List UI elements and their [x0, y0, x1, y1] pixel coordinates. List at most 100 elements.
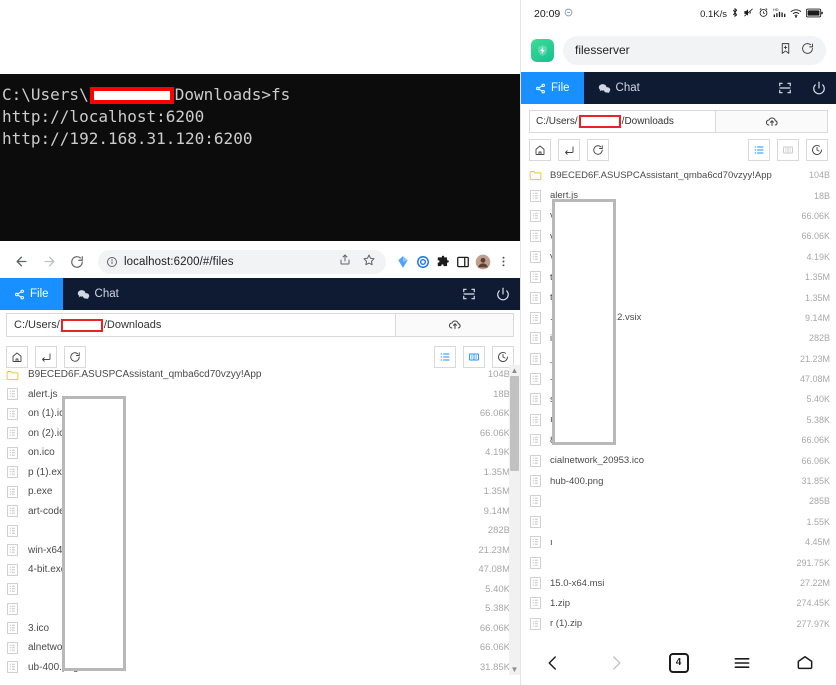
mobile-upload-button[interactable]: [716, 110, 828, 133]
file-icon: [527, 515, 543, 528]
reload-icon[interactable]: [64, 249, 90, 275]
card-view-button[interactable]: [777, 139, 799, 161]
redaction-panel-desktop: [62, 396, 126, 671]
file-icon: [527, 597, 543, 610]
terminal-prompt-suffix: Downloads>fs: [174, 85, 291, 104]
scan-qr-icon[interactable]: [768, 81, 802, 95]
chrome-menu-icon[interactable]: [494, 253, 512, 271]
security-shield-icon[interactable]: [531, 38, 554, 62]
file-icon: [527, 312, 543, 324]
file-icon: [527, 352, 543, 365]
file-size: 1.55K: [806, 516, 830, 527]
tab-chat[interactable]: Chat: [584, 72, 654, 104]
tab-count-label: 4: [668, 652, 689, 673]
list-view-button[interactable]: [748, 139, 770, 161]
table-row[interactable]: 291.75K: [521, 552, 836, 572]
reload-icon[interactable]: [801, 42, 814, 58]
address-bar[interactable]: localhost:6200/#/files: [98, 249, 386, 274]
table-row[interactable]: ı 4.45M: [521, 532, 836, 552]
terminal-window[interactable]: C:\Users\ Downloads>fs http://localhost:6…: [0, 74, 520, 241]
power-icon[interactable]: [802, 81, 836, 95]
file-icon: [4, 622, 21, 635]
terminal-prompt-line: C:\Users\ Downloads>fs: [2, 84, 520, 106]
file-size: 104B: [808, 170, 830, 181]
file-icon: [4, 466, 21, 479]
share-nodes-icon: [15, 289, 24, 299]
mobile-address-bar[interactable]: filesserver: [563, 35, 826, 65]
file-icon: [7, 622, 18, 635]
upload-button[interactable]: [396, 313, 514, 337]
kite-extension-icon[interactable]: [394, 253, 412, 271]
file-icon: [527, 577, 543, 589]
tab-count-button[interactable]: 4: [656, 647, 702, 679]
file-icon: [7, 485, 18, 498]
scrollbar-track[interactable]: [509, 376, 520, 664]
app-tab-bar: File Chat: [0, 278, 520, 310]
share-icon[interactable]: [336, 254, 354, 269]
scroll-down-arrow-icon[interactable]: ▼: [511, 664, 519, 675]
file-icon: [527, 332, 543, 345]
path-prefix: C:/Users/: [14, 319, 60, 331]
file-icon: [4, 661, 21, 674]
profile-avatar-icon[interactable]: [474, 253, 492, 271]
folder-icon: [6, 370, 19, 380]
refresh-button[interactable]: [587, 139, 609, 161]
history-button[interactable]: [806, 139, 828, 161]
add-bookmark-icon[interactable]: [779, 42, 792, 58]
file-icon: [529, 475, 541, 487]
site-info-icon[interactable]: [106, 256, 118, 268]
file-icon: [7, 407, 18, 420]
target-extension-icon[interactable]: [414, 253, 432, 271]
file-icon: [527, 536, 543, 549]
table-row[interactable]: 285B: [521, 491, 836, 511]
mobile-app-tab-bar: File Chat: [521, 72, 836, 104]
back-arrow-icon[interactable]: [8, 249, 34, 275]
sidepanel-icon[interactable]: [454, 253, 472, 271]
back-icon[interactable]: [530, 647, 576, 679]
file-icon: [529, 373, 541, 385]
path-input[interactable]: C:/Users/ /Downloads: [6, 313, 396, 337]
forward-icon: [593, 647, 639, 679]
terminal-output-line: http://192.168.31.120:6200: [2, 129, 253, 148]
status-right: 0.1K/s HD: [700, 7, 823, 21]
scrollbar-thumb[interactable]: [510, 376, 519, 471]
file-size: 21.23M: [799, 353, 830, 364]
file-icon: [4, 485, 21, 498]
table-row[interactable]: B9ECED6F.ASUSPCAssistant_qmba6cd70vzyy!A…: [521, 165, 836, 185]
table-row[interactable]: 15.0-x64.msi 27.22M: [521, 573, 836, 593]
bookmark-star-icon[interactable]: [360, 254, 378, 269]
go-back-button[interactable]: [558, 139, 580, 161]
scan-qr-icon[interactable]: [452, 287, 486, 301]
file-icon: [529, 454, 541, 467]
menu-icon[interactable]: [719, 647, 765, 679]
home-button[interactable]: [529, 139, 551, 161]
table-row[interactable]: 1.zip 274.45K: [521, 593, 836, 613]
file-icon: [527, 189, 543, 202]
file-size: 66.06K: [801, 455, 830, 466]
file-icon: [7, 388, 18, 401]
power-icon[interactable]: [486, 287, 520, 301]
forward-arrow-icon: [36, 249, 62, 275]
tab-chat[interactable]: Chat: [63, 278, 133, 310]
table-row[interactable]: 1.55K: [521, 512, 836, 532]
home-icon[interactable]: [782, 647, 828, 679]
file-icon: [527, 434, 543, 447]
file-size: 1.35M: [804, 272, 830, 283]
mobile-path-input[interactable]: C:/Users/ /Downloads: [529, 110, 716, 133]
puzzle-extension-icon[interactable]: [434, 253, 452, 271]
file-icon: [527, 210, 543, 222]
file-icon: [529, 210, 541, 222]
mobile-path-row: C:/Users/ /Downloads: [529, 110, 828, 133]
table-row[interactable]: hub-400.png 31.85K: [521, 471, 836, 491]
table-row[interactable]: cialnetwork_20953.ico 66.06K: [521, 450, 836, 470]
scroll-up-arrow-icon[interactable]: ▲: [511, 365, 519, 376]
tab-file[interactable]: File: [0, 278, 63, 310]
file-size: 274.45K: [796, 598, 830, 609]
file-list-scrollbar[interactable]: ▲ ▼: [509, 365, 520, 675]
table-row[interactable]: r (1).zip 277.97K: [521, 614, 836, 634]
table-row[interactable]: B9ECED6F.ASUSPCAssistant_qmba6cd70vzyy!A…: [0, 365, 520, 385]
file-size: 27.22M: [799, 578, 830, 588]
tab-file-label: File: [30, 288, 49, 300]
share-nodes-icon: [536, 83, 545, 93]
tab-file[interactable]: File: [521, 72, 584, 104]
